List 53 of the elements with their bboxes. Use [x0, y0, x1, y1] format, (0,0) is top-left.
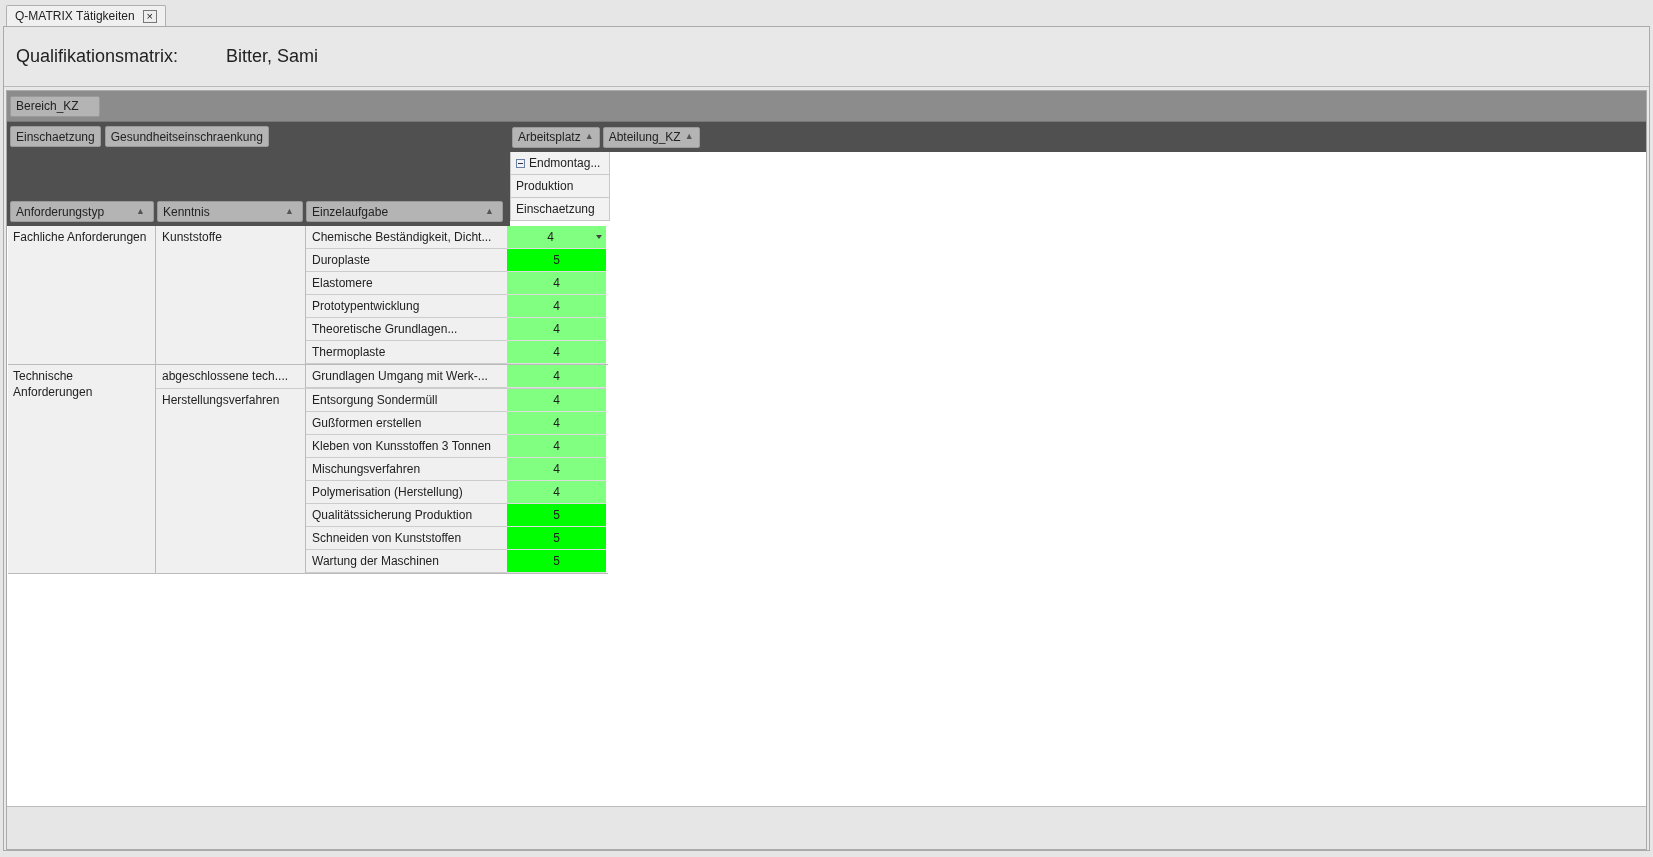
- task-cell: Prototypentwicklung: [306, 295, 507, 318]
- row-group-cell: Technische Anforderungen: [8, 365, 156, 573]
- column-header: Einschaetzung: [510, 198, 610, 221]
- row-group-cell: Fachliche Anforderungen: [8, 226, 156, 364]
- rating-cell[interactable]: 4: [507, 435, 606, 458]
- rating-cell[interactable]: 4: [507, 481, 606, 504]
- close-button[interactable]: ×: [142, 9, 157, 23]
- knowledge-cell: Kunststoffe: [156, 226, 306, 364]
- column-header: Endmontag...: [510, 152, 610, 175]
- rating-cell[interactable]: 4: [507, 295, 606, 318]
- page-title: Qualifikationsmatrix:: [16, 45, 180, 68]
- task-cell: Chemische Beständigkeit, Dicht...: [306, 226, 507, 249]
- row-field-header[interactable]: Anforderungstyp ▲: [10, 201, 154, 222]
- rating-cell[interactable]: 4: [507, 365, 606, 388]
- rating-cell[interactable]: 4: [507, 226, 606, 249]
- task-cell: Grundlagen Umgang mit Werk-...: [306, 365, 507, 388]
- rating-cell[interactable]: 5: [507, 550, 606, 573]
- task-cell: Gußformen erstellen: [306, 412, 507, 435]
- task-cell: Thermoplaste: [306, 341, 507, 364]
- employee-name: Bitter, Sami: [226, 45, 319, 68]
- rating-cell[interactable]: 4: [507, 272, 606, 295]
- rating-cell[interactable]: 4: [507, 389, 606, 412]
- task-cell: Wartung der Maschinen: [306, 550, 507, 573]
- collapse-icon[interactable]: [516, 158, 525, 168]
- task-cell: Duroplaste: [306, 249, 507, 272]
- rating-cell[interactable]: 5: [507, 504, 606, 527]
- knowledge-cell: Herstellungsverfahren: [156, 389, 306, 573]
- column-field-header[interactable]: Abteilung_KZ ▲: [602, 126, 700, 148]
- task-cell: Entsorgung Sondermüll: [306, 389, 507, 412]
- document-tab[interactable]: Q-MATRIX Tätigkeiten ×: [6, 5, 166, 26]
- filter-field-chip[interactable]: Einschaetzung: [10, 126, 101, 147]
- task-cell: Theoretische Grundlagen...: [306, 318, 507, 341]
- task-cell: Polymerisation (Herstellung): [306, 481, 507, 504]
- rating-cell[interactable]: 4: [507, 341, 606, 364]
- rating-cell[interactable]: 4: [507, 318, 606, 341]
- tab-title: Q-MATRIX Tätigkeiten: [15, 8, 135, 25]
- task-cell: Kleben von Kunsstoffen 3 Tonnen: [306, 435, 507, 458]
- filter-field-chip[interactable]: Gesundheitseinschraenkung: [104, 126, 269, 147]
- dropdown-icon[interactable]: [596, 235, 602, 239]
- rating-cell[interactable]: 5: [507, 249, 606, 272]
- column-field-header[interactable]: Arbeitsplatz ▲: [512, 126, 600, 148]
- task-cell: Qualitätssicherung Produktion: [306, 504, 507, 527]
- task-cell: Elastomere: [306, 272, 507, 295]
- column-header: Produktion: [510, 175, 610, 198]
- task-cell: Mischungsverfahren: [306, 458, 507, 481]
- field-chip[interactable]: Bereich_KZ: [10, 95, 100, 117]
- rating-cell[interactable]: 5: [507, 527, 606, 550]
- row-field-header[interactable]: Kenntnis ▲: [157, 201, 303, 222]
- row-field-header[interactable]: Einzelaufgabe ▲: [306, 201, 503, 222]
- task-cell: Schneiden von Kunststoffen: [306, 527, 507, 550]
- knowledge-cell: abgeschlossene tech....: [156, 365, 306, 388]
- rating-cell[interactable]: 4: [507, 412, 606, 435]
- rating-cell[interactable]: 4: [507, 458, 606, 481]
